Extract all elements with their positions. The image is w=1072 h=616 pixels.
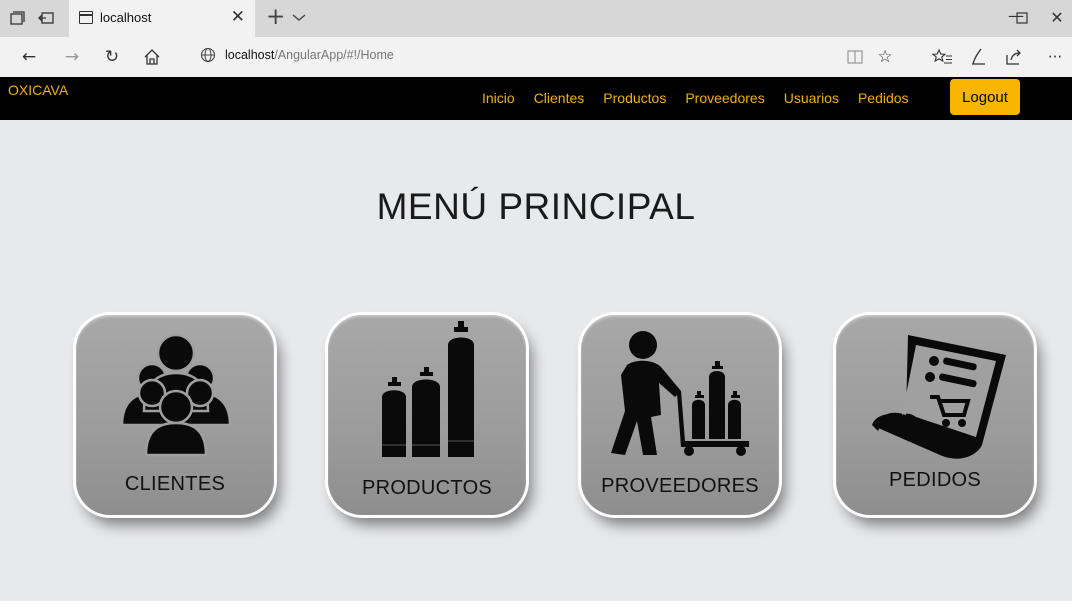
gas-cylinders-icon <box>382 321 474 457</box>
back-arrow-icon[interactable]: ← <box>18 46 40 68</box>
more-icon[interactable]: ··· <box>1044 46 1066 68</box>
tile-label: PRODUCTOS <box>361 477 493 499</box>
tab-set-aside-icon[interactable] <box>8 9 26 27</box>
app-navbar: OXICAVA Inicio Clientes Productos Provee… <box>0 77 1072 120</box>
main-content: MENÚ PRINCIPAL CLIENTES PRODUCTOS PROVEE… <box>0 120 1072 601</box>
forward-arrow-icon[interactable]: → <box>61 46 83 68</box>
maximize-icon[interactable] <box>1016 12 1028 24</box>
plus-icon[interactable]: + <box>266 5 285 29</box>
worker-cylinder-cart-icon <box>611 331 749 456</box>
logout-button[interactable]: Logout <box>950 79 1020 115</box>
group-people-icon <box>120 333 232 457</box>
nav-link-pedidos[interactable]: Pedidos <box>858 90 909 106</box>
star-icon[interactable]: ☆ <box>874 46 896 68</box>
nav-links: Inicio Clientes Productos Proveedores Us… <box>482 90 928 106</box>
tile-productos[interactable]: PRODUCTOS <box>328 315 526 515</box>
nav-link-proveedores[interactable]: Proveedores <box>685 90 764 106</box>
pen-icon[interactable] <box>967 46 989 68</box>
window-close-icon[interactable]: ✕ <box>1040 6 1072 30</box>
tile-label: CLIENTES <box>124 473 226 495</box>
browser-tab[interactable]: localhost ✕ <box>69 0 255 37</box>
nav-link-productos[interactable]: Productos <box>603 90 666 106</box>
refresh-icon[interactable]: ↻ <box>101 46 123 68</box>
tile-proveedores[interactable]: PROVEEDORES <box>581 315 779 515</box>
tile-pedidos[interactable]: PEDIDOS <box>836 315 1034 515</box>
reading-view-icon[interactable] <box>847 50 863 64</box>
tab-back-icon[interactable] <box>37 9 55 27</box>
nav-link-clientes[interactable]: Clientes <box>534 90 585 106</box>
close-icon[interactable]: ✕ <box>231 7 245 27</box>
page-bottom <box>0 601 1072 616</box>
address-bar: ← → ↻ localhost/AngularApp/#!/Home ☆ ··· <box>0 37 1072 77</box>
share-icon[interactable] <box>1003 46 1025 68</box>
order-document-cart-icon <box>872 335 1006 459</box>
url-field[interactable]: localhost/AngularApp/#!/Home <box>225 48 394 62</box>
tab-title: localhost <box>100 10 152 25</box>
tile-label: PROVEEDORES <box>601 475 759 497</box>
url-path: /AngularApp/#!/Home <box>274 48 394 62</box>
tile-clientes[interactable]: CLIENTES <box>76 315 274 515</box>
url-host: localhost <box>225 48 275 62</box>
page-icon <box>79 11 93 24</box>
chevron-down-icon[interactable] <box>290 8 308 26</box>
favorites-icon[interactable] <box>931 46 953 68</box>
nav-link-usuarios[interactable]: Usuarios <box>784 90 839 106</box>
home-icon[interactable] <box>141 46 163 68</box>
nav-link-inicio[interactable]: Inicio <box>482 90 515 106</box>
brand-logo[interactable]: OXICAVA <box>8 82 68 98</box>
page-title: MENÚ PRINCIPAL <box>376 186 696 227</box>
tile-label: PEDIDOS <box>888 469 982 491</box>
globe-icon <box>200 47 216 63</box>
browser-tab-bar: localhost ✕ + — ✕ <box>0 0 1072 37</box>
